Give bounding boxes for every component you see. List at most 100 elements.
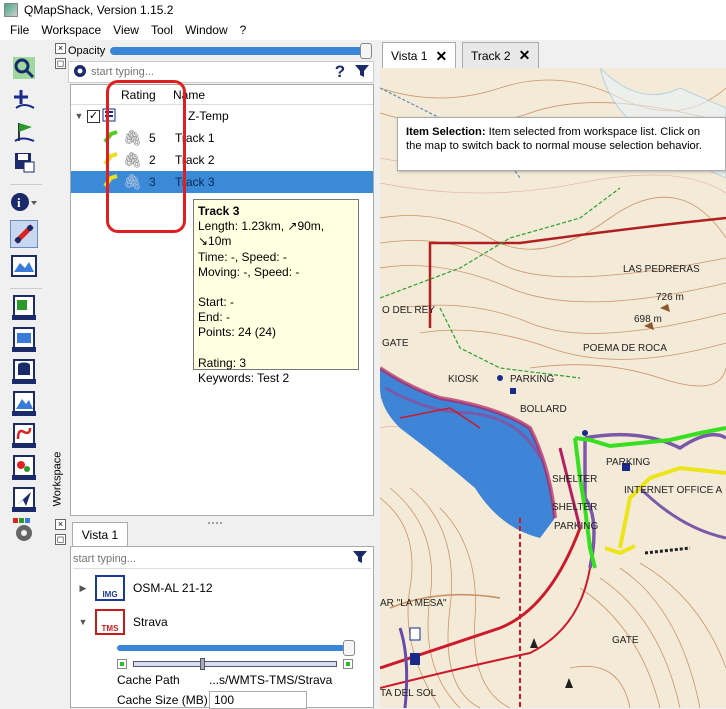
map-label: PARKING — [606, 457, 651, 468]
menu-workspace[interactable]: Workspace — [35, 20, 107, 40]
map-list-panel: ▶ IMG OSM-AL 21-12 ▼ TMS Strava Cache Pa… — [70, 546, 374, 709]
tooltip-line: Moving: -, Speed: - — [198, 264, 300, 279]
cache-path-row: Cache Path ...s/WMTS-TMS/Strava — [117, 671, 373, 689]
tooltip-line: Keywords: Test 2 — [198, 370, 290, 385]
map-label: TA DEL SOL — [380, 688, 437, 699]
window-title: QMapShack, Version 1.15.2 — [24, 3, 174, 17]
range-min-indicator — [117, 659, 127, 669]
help-icon[interactable]: ? — [329, 62, 351, 82]
map-search — [73, 549, 371, 569]
menu-file[interactable]: File — [0, 20, 35, 40]
menu-view[interactable]: View — [107, 20, 145, 40]
info-title: Item Selection: — [406, 126, 486, 138]
tab-vista-1[interactable]: Vista 1 ✕ — [382, 42, 457, 69]
dock-close-icon[interactable]: × — [55, 43, 66, 54]
map-row[interactable]: ▶ IMG OSM-AL 21-12 — [71, 573, 373, 603]
dock-gis-icon[interactable] — [10, 454, 38, 482]
info-icon[interactable]: i — [10, 188, 38, 216]
map-search-input[interactable] — [73, 552, 349, 565]
range-track[interactable] — [133, 658, 337, 670]
save-icon[interactable] — [10, 148, 38, 176]
chevron-down-icon[interactable]: ▼ — [71, 111, 87, 121]
app-icon — [4, 3, 18, 17]
toolbar-separator — [10, 184, 42, 185]
tooltip-title: Track 3 — [198, 204, 240, 218]
project-name: Z-Temp — [188, 109, 229, 123]
map-view-tabs: Vista 1 ✕ Track 2 ✕ — [380, 40, 726, 69]
map-label: GATE — [382, 338, 409, 349]
cache-path-label: Cache Path — [117, 673, 180, 687]
annotation-highlight — [106, 80, 186, 233]
add-waypoint-icon[interactable] — [10, 118, 38, 146]
add-track-icon[interactable] — [10, 86, 38, 114]
dock-maps-icon[interactable] — [10, 326, 38, 354]
filter-icon[interactable] — [351, 63, 373, 82]
cache-size-input[interactable]: 100 — [209, 691, 307, 709]
tooltip-line: Start: - — [198, 295, 235, 310]
menu-help[interactable]: ? — [234, 20, 253, 40]
close-icon[interactable]: ✕ — [519, 47, 531, 64]
range-max-indicator — [343, 659, 353, 669]
tooltip-line: Time: -, Speed: - — [198, 249, 287, 264]
map-label: BOLLARD — [520, 404, 567, 415]
strava-opacity-slider[interactable] — [117, 640, 355, 656]
map-label: SHELTER — [552, 474, 598, 485]
workspace-search-input[interactable] — [91, 66, 329, 78]
cache-size-label: Cache Size (MB) — [117, 693, 208, 707]
map-row[interactable]: ▼ TMS Strava — [71, 607, 373, 637]
cache-path-value[interactable]: ...s/WMTS-TMS/Strava — [209, 673, 332, 687]
chevron-right-icon[interactable]: ▶ — [71, 583, 95, 594]
toolbar-separator — [10, 288, 42, 289]
map-label: LAS PEDRERAS — [623, 264, 700, 275]
tooltip-line: End: - — [198, 310, 231, 325]
map-label: KIOSK — [448, 374, 479, 385]
maps-view-tabs: Vista 1 — [70, 522, 374, 546]
strava-opacity-handle[interactable] — [343, 640, 355, 656]
tool-bar: i — [0, 40, 52, 708]
filter-icon[interactable] — [349, 549, 371, 568]
zoom-search-icon[interactable] — [10, 54, 38, 82]
map-label: GATE — [612, 635, 639, 646]
opacity-slider-handle[interactable] — [360, 43, 372, 59]
dock-workspace-icon[interactable] — [10, 294, 38, 322]
project-checkbox[interactable]: ✓ — [87, 109, 100, 123]
dock-float-icon[interactable]: ◻ — [55, 534, 66, 545]
map-name: OSM-AL 21-12 — [133, 581, 213, 595]
tab-track-2[interactable]: Track 2 ✕ — [462, 42, 540, 68]
range-handle[interactable] — [200, 658, 205, 670]
close-icon[interactable]: ✕ — [435, 48, 447, 65]
dock-strip: × ◻ × ◻ — [52, 40, 68, 708]
map-label: PARKING — [554, 521, 599, 532]
map-label: PARKING — [510, 374, 555, 385]
tms-badge-icon: TMS — [95, 609, 125, 635]
tooltip-line — [198, 341, 354, 356]
tooltip-line: Rating: 3 — [198, 355, 247, 370]
map-label: SHELTER — [552, 502, 598, 513]
range-tool-icon[interactable] — [10, 220, 38, 248]
dock-rt-icon[interactable] — [10, 486, 38, 514]
dock-dem-icon[interactable] — [10, 390, 38, 418]
tab-vista-1[interactable]: Vista 1 — [72, 522, 128, 546]
dock-float-icon[interactable]: ◻ — [55, 58, 66, 69]
track-tooltip: Track 3 Length: 1.23km, ↗90m, ↘10m Time:… — [193, 199, 359, 385]
map-label: 698 m — [634, 314, 662, 325]
tooltip-line: Points: 24 (24) — [198, 325, 277, 340]
title-bar: QMapShack, Version 1.15.2 — [0, 0, 726, 20]
scale-range-widget[interactable] — [117, 657, 353, 671]
dock-close-icon[interactable]: × — [55, 519, 66, 530]
dock-routing-icon[interactable] — [10, 422, 38, 450]
map-label: POEMA DE ROCA — [583, 343, 667, 354]
menu-bar: File Workspace View Tool Window ? — [0, 20, 726, 40]
settings-gear-icon[interactable] — [10, 516, 38, 544]
cache-size-row: Cache Size (MB) 100 — [117, 691, 373, 709]
tooltip-line: Length: 1.23km, ↗90m, ↘10m — [198, 219, 325, 249]
dock-database-icon[interactable] — [10, 358, 38, 386]
gear-icon[interactable] — [69, 63, 91, 82]
map-label: 726 m — [656, 292, 684, 303]
profile-icon[interactable] — [10, 252, 38, 280]
menu-tool[interactable]: Tool — [145, 20, 179, 40]
menu-window[interactable]: Window — [179, 20, 234, 40]
opacity-slider[interactable] — [110, 43, 372, 59]
chevron-down-icon[interactable]: ▼ — [71, 617, 95, 627]
map-name: Strava — [133, 615, 168, 629]
